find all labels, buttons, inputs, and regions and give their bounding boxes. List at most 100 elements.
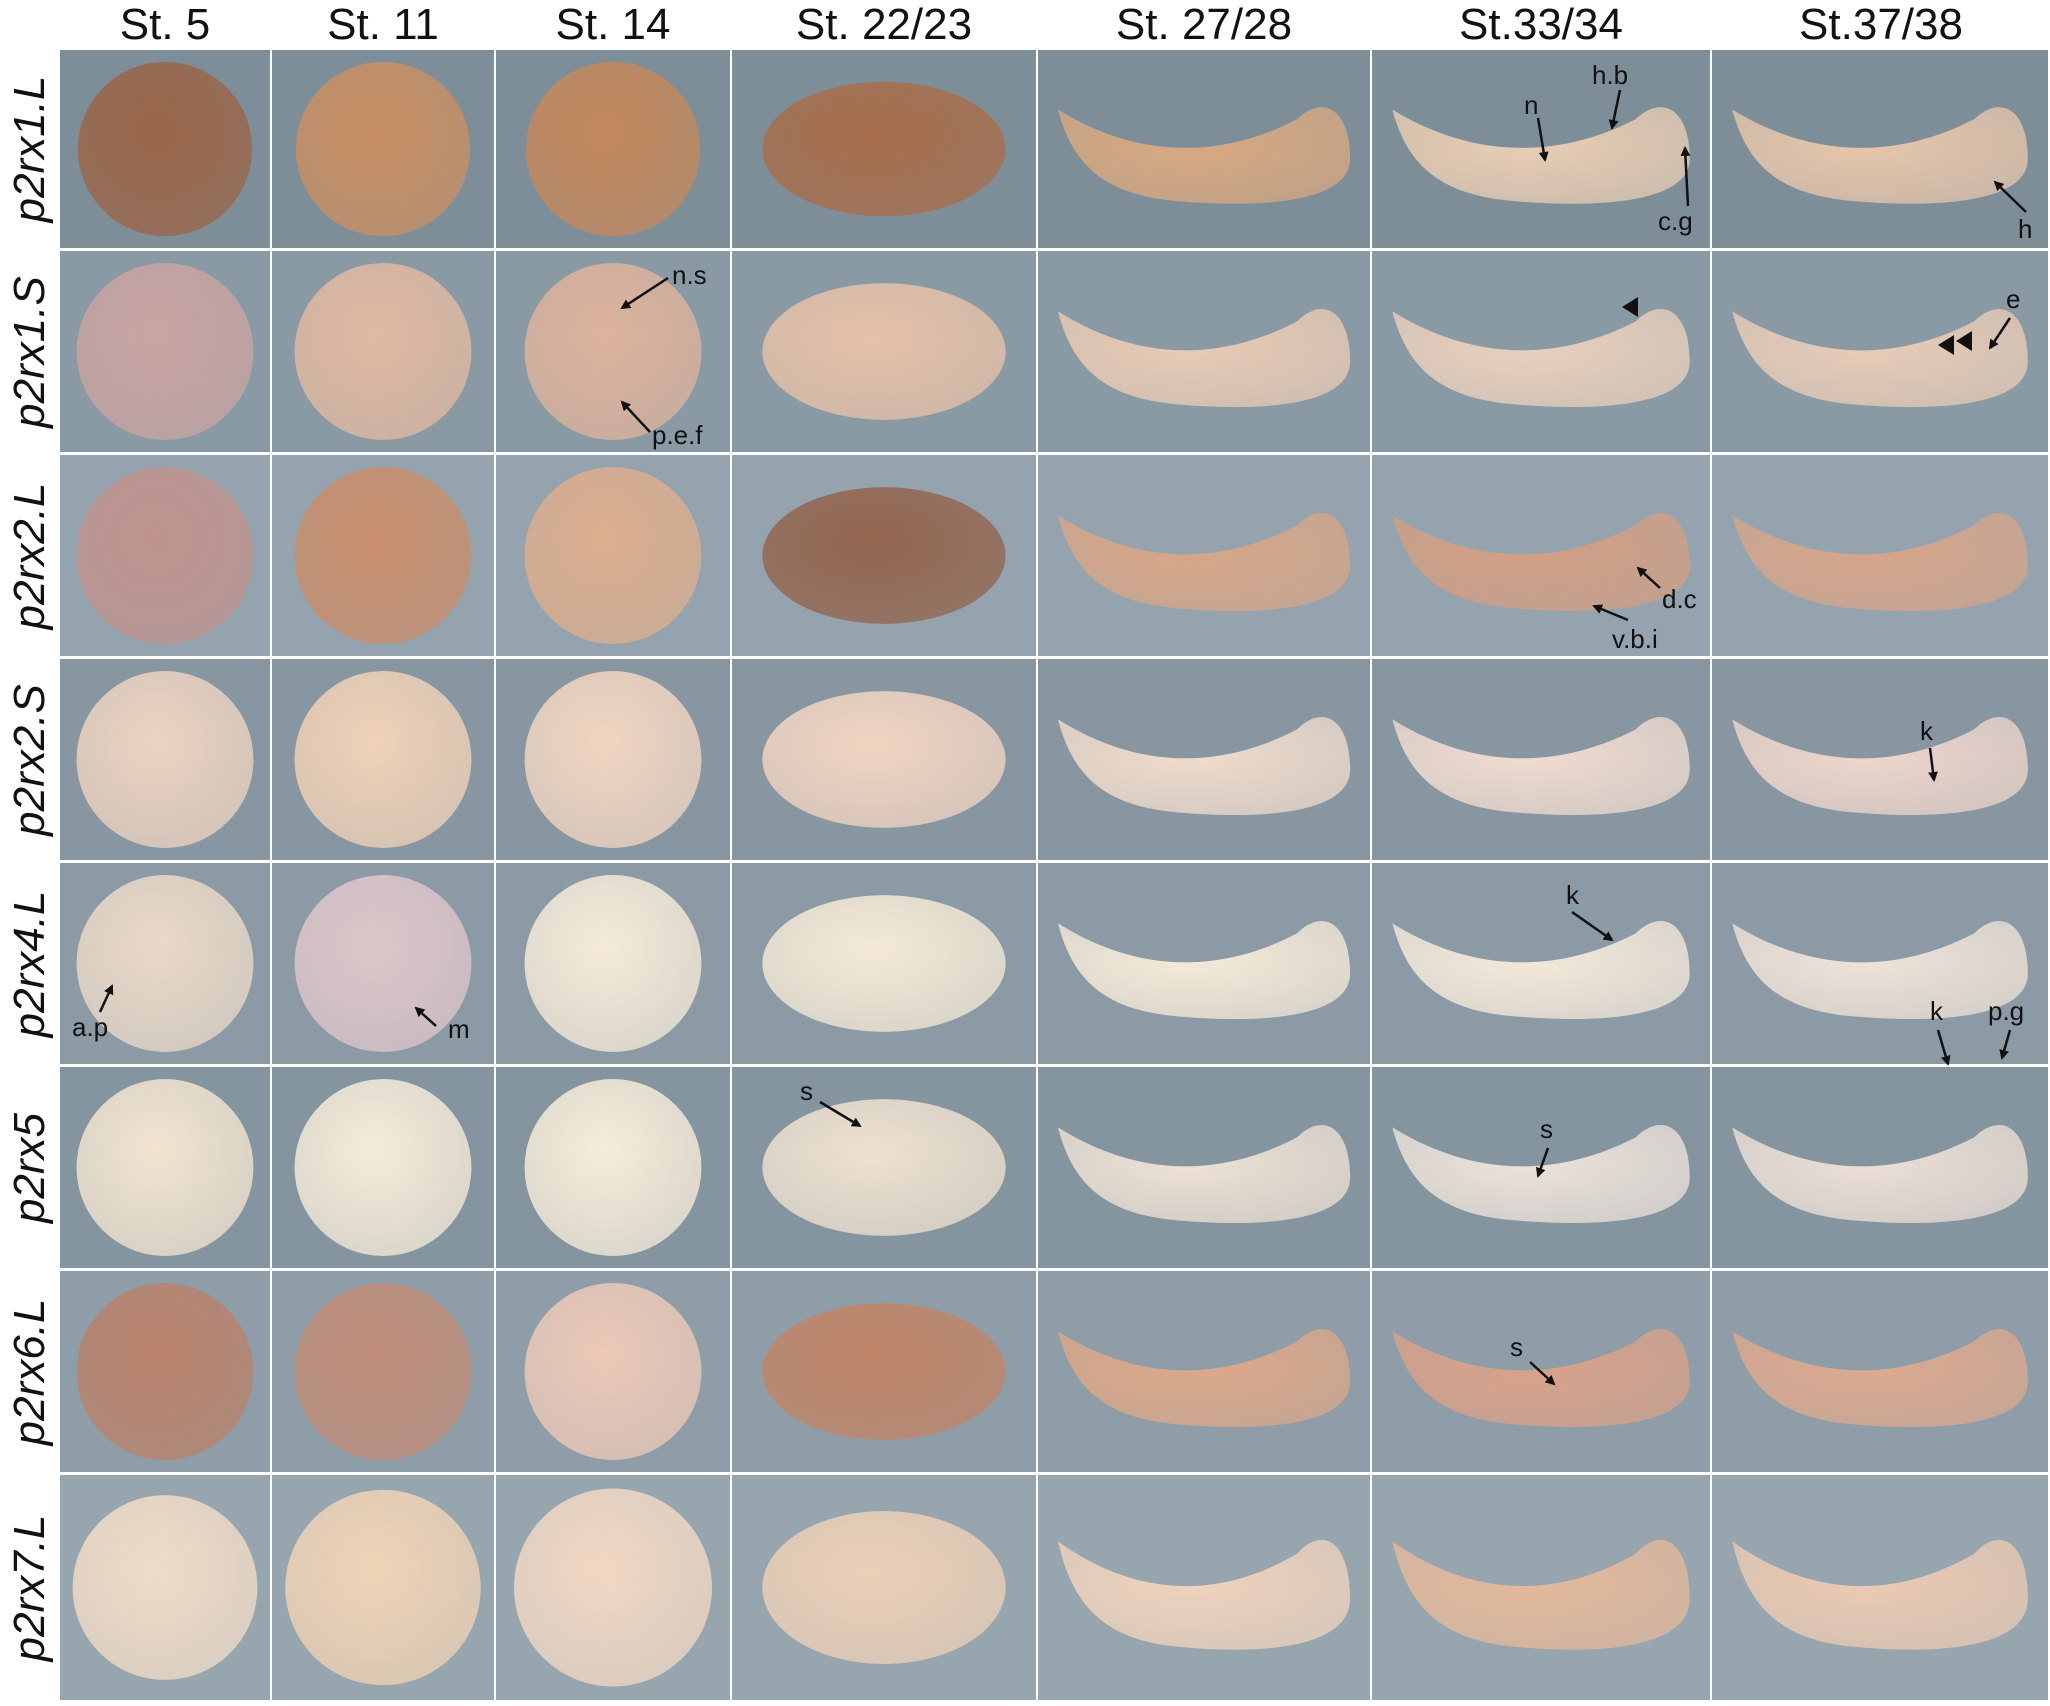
embryo xyxy=(76,671,254,848)
embryo-photo xyxy=(60,659,270,860)
label-k: k xyxy=(1930,996,1943,1026)
column-header-st37-38: St.37/38 xyxy=(1799,0,1963,49)
row-label-p2rx5: p2rx5 xyxy=(0,1067,60,1268)
label-m: m xyxy=(448,1014,470,1044)
embryo-panel-r1-c1 xyxy=(60,50,270,248)
embryo xyxy=(762,1099,1006,1236)
row-label-text: p2rx1.S xyxy=(5,275,54,428)
label-k: k xyxy=(1566,880,1579,910)
embryo-photo xyxy=(732,50,1036,248)
column-header-st22-23: St. 22/23 xyxy=(795,0,973,49)
embryo-photo xyxy=(1038,50,1370,248)
embryo-panel-r3-c5 xyxy=(1038,455,1370,656)
embryo xyxy=(762,1303,1006,1440)
embryo-photo xyxy=(732,251,1036,452)
embryo-panel-r6-c3 xyxy=(496,1067,730,1268)
label-ap: a.p xyxy=(72,1012,109,1042)
embryo-photo xyxy=(1372,863,1710,1064)
embryo-panel-r7-c2 xyxy=(272,1271,494,1472)
row-label-p2rx2-l: p2rx2.L xyxy=(0,455,60,656)
embryo-panel-r8-c1 xyxy=(60,1475,270,1700)
embryo-photo xyxy=(1038,1271,1370,1472)
label-k: k xyxy=(1920,716,1933,746)
embryo xyxy=(524,671,702,848)
embryo xyxy=(762,895,1006,1032)
embryo-panel-r6-c6 xyxy=(1372,1067,1710,1268)
embryo-panel-r4-c2 xyxy=(272,659,494,860)
embryo-panel-r6-c2 xyxy=(272,1067,494,1268)
column-header-st33-34: St.33/34 xyxy=(1459,0,1623,49)
label-s: s xyxy=(800,1076,813,1106)
embryo xyxy=(524,467,702,644)
embryo-photo xyxy=(272,659,494,860)
embryo-panel-r3-c6 xyxy=(1372,455,1710,656)
embryo-panel-r3-c2 xyxy=(272,455,494,656)
label-s: s xyxy=(1510,1332,1523,1362)
embryo xyxy=(525,61,701,237)
embryo-panel-r4-c6 xyxy=(1372,659,1710,860)
embryo-photo xyxy=(732,1475,1036,1700)
embryo-photo xyxy=(60,455,270,656)
embryo-photo xyxy=(60,251,270,452)
embryo-panel-r8-c3 xyxy=(496,1475,730,1700)
embryo-panel-r6-c1 xyxy=(60,1067,270,1268)
label-n: n xyxy=(1524,90,1539,120)
figure: St. 5 St. 11 St. 14 St. 22/23 St. 27/28 … xyxy=(0,0,2050,1706)
column-header-st14: St. 14 xyxy=(555,0,671,49)
embryo-photo xyxy=(732,1067,1036,1268)
row-label-text: p2rx2.L xyxy=(5,482,54,629)
embryo-photo xyxy=(1712,1067,2048,1268)
row-label-p2rx6-l: p2rx6.L xyxy=(0,1271,60,1472)
embryo-panel-r8-c2 xyxy=(272,1475,494,1700)
embryo-photo xyxy=(1038,251,1370,452)
label-hb: h.b xyxy=(1592,60,1629,90)
embryo xyxy=(76,263,254,440)
embryo-photo xyxy=(732,863,1036,1064)
embryo-photo xyxy=(496,50,730,248)
row-label-text: p2rx2.S xyxy=(5,683,54,836)
embryo-panel-r6-c5 xyxy=(1038,1067,1370,1268)
embryo-panel-r5-c6 xyxy=(1372,863,1710,1064)
embryo xyxy=(524,1079,702,1256)
embryo xyxy=(524,875,702,1052)
embryo-photo xyxy=(1712,455,2048,656)
embryo-photo xyxy=(1712,659,2048,860)
embryo xyxy=(762,691,1006,828)
row-label-text: p2rx5 xyxy=(5,1112,54,1223)
embryo-photo xyxy=(272,1475,494,1700)
embryo-panel-r4-c4 xyxy=(732,659,1036,860)
row-label-text: p2rx4.L xyxy=(5,890,54,1037)
embryo-panel-r3-c1 xyxy=(60,455,270,656)
row-label-p2rx4-l: p2rx4.L xyxy=(0,863,60,1064)
embryo-photo xyxy=(496,1271,730,1472)
embryo-panel-r4-c3 xyxy=(496,659,730,860)
embryo xyxy=(294,467,472,644)
embryo-panel-r3-c7 xyxy=(1712,455,2048,656)
row-label-text: p2rx1.L xyxy=(5,75,54,223)
embryo-panel-r7-c5 xyxy=(1038,1271,1370,1472)
row-label-p2rx2-s: p2rx2.S xyxy=(0,659,60,860)
embryo-panel-r5-c5 xyxy=(1038,863,1370,1064)
embryo-photo xyxy=(1712,251,2048,452)
embryo-photo xyxy=(1038,863,1370,1064)
embryo-panel-r4-c7 xyxy=(1712,659,2048,860)
embryo-panel-r2-c7 xyxy=(1712,251,2048,452)
embryo xyxy=(294,1283,472,1460)
embryo-photo xyxy=(60,1067,270,1268)
row-label-p2rx1-s: p2rx1.S xyxy=(0,251,60,452)
embryo-photo xyxy=(1372,1475,1710,1700)
embryo-photo xyxy=(60,1271,270,1472)
embryo-panel-r1-c4 xyxy=(732,50,1036,248)
embryo-photo xyxy=(496,863,730,1064)
embryo xyxy=(762,81,1006,217)
embryo-panel-r2-c1 xyxy=(60,251,270,452)
embryo xyxy=(285,1489,481,1686)
embryo xyxy=(762,283,1006,420)
row-label-text: p2rx7.L xyxy=(5,1514,54,1661)
embryo-panel-r1-c3 xyxy=(496,50,730,248)
embryo xyxy=(294,263,472,440)
embryo-photo xyxy=(272,1067,494,1268)
embryo-panel-r7-c1 xyxy=(60,1271,270,1472)
embryo-panel-r5-c3 xyxy=(496,863,730,1064)
embryo xyxy=(294,671,472,848)
